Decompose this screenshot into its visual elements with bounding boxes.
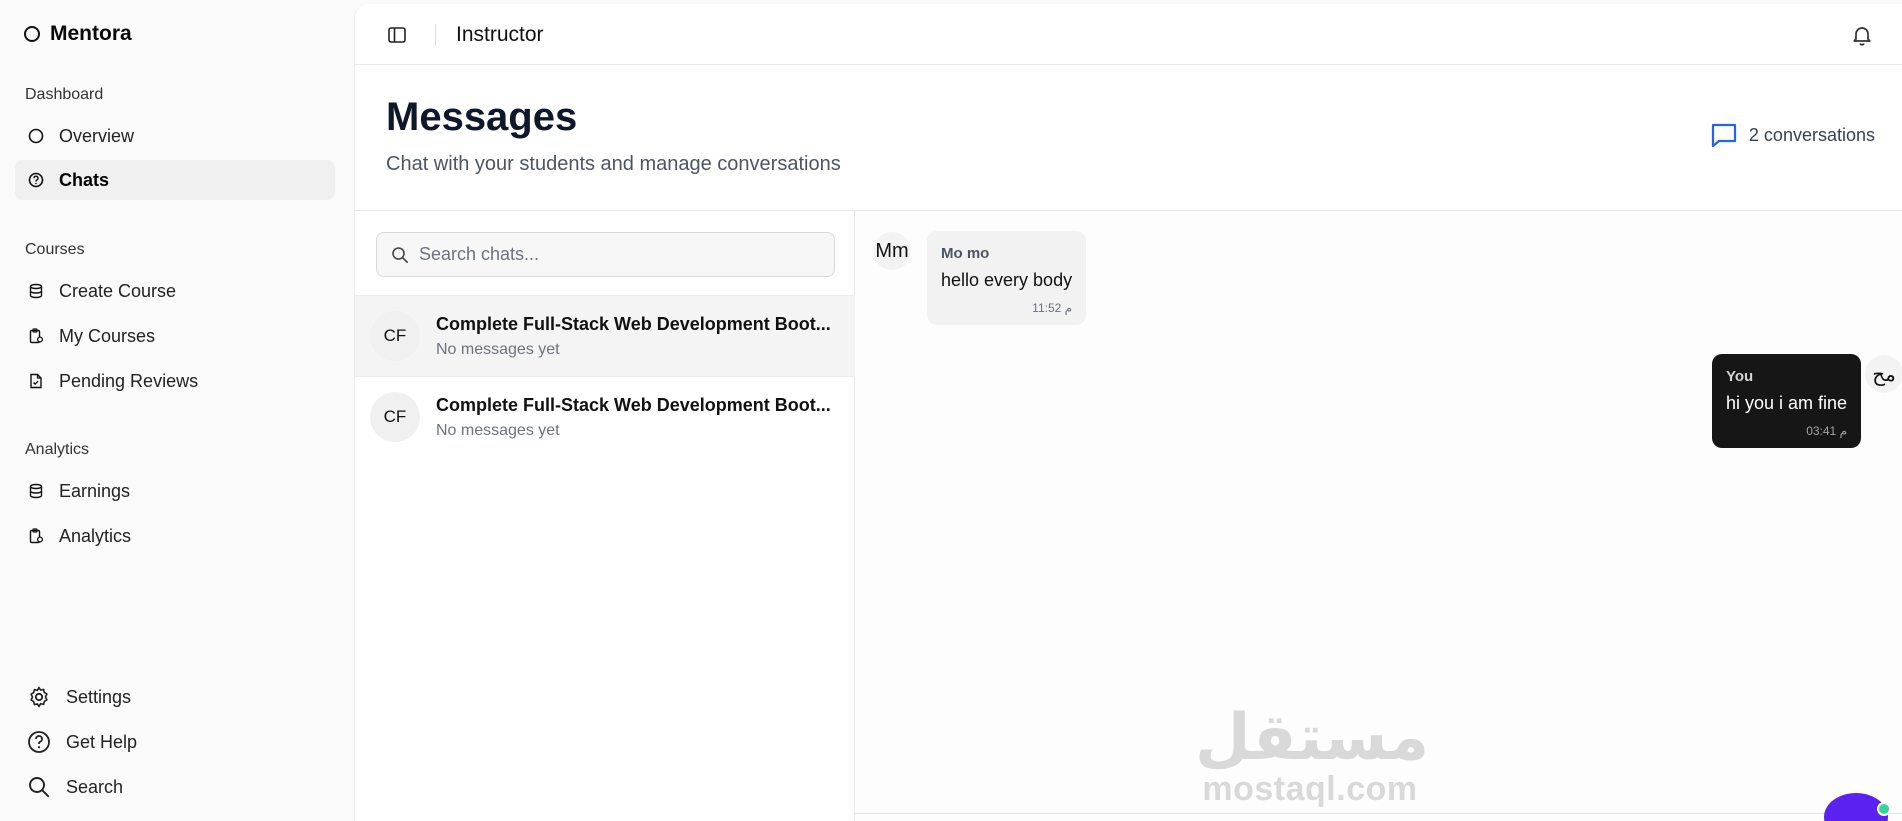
chat-last-message: No messages yet xyxy=(436,340,560,358)
sidebar-item-analytics[interactable]: Analytics xyxy=(15,516,335,556)
sidebar-item-label: Chats xyxy=(59,169,110,190)
sidebar-item-pending-reviews[interactable]: Pending Reviews xyxy=(15,361,335,401)
avatar: CF xyxy=(370,392,420,442)
chat-list-item[interactable]: CF Complete Full-Stack Web Development B… xyxy=(355,295,855,376)
message-time: 11:52 م xyxy=(1032,301,1073,315)
conversation-count: 2 conversations xyxy=(1709,120,1875,150)
chat-list-item[interactable]: CF Complete Full-Stack Web Development B… xyxy=(355,376,855,457)
avatar: Mm xyxy=(873,232,911,270)
message-text: hi you i am fine xyxy=(1725,393,1847,413)
topbar: Instructor xyxy=(355,4,1902,65)
sidebar-item-overview[interactable]: Overview xyxy=(15,116,335,156)
watermark: مستقل mostaql.com xyxy=(1195,701,1430,809)
help-circle-icon xyxy=(26,729,52,755)
divider xyxy=(435,24,436,46)
sidebar-item-label: My Courses xyxy=(59,325,156,346)
message-sender: You xyxy=(1725,368,1754,385)
gear-icon xyxy=(26,684,52,710)
avatar: مح xyxy=(1865,355,1902,393)
brand[interactable]: Mentora xyxy=(24,22,132,46)
page-context: Instructor xyxy=(456,23,544,46)
message-square-icon xyxy=(1711,123,1737,148)
database-icon xyxy=(27,282,45,300)
logo-icon xyxy=(24,26,40,42)
sidebar-toggle-button[interactable] xyxy=(385,23,409,47)
conversation-count-label: 2 conversations xyxy=(1748,124,1875,145)
settings-label: Settings xyxy=(66,686,132,707)
message-time: 03:41 م xyxy=(1806,424,1847,438)
page-header: Messages Chat with your students and man… xyxy=(355,65,1902,211)
main-panel: Instructor Messages Chat with your stude… xyxy=(354,4,1902,821)
search-field[interactable] xyxy=(376,232,835,277)
sidebar-item-label: Pending Reviews xyxy=(59,370,199,391)
chat-title: Complete Full-Stack Web Development Boot… xyxy=(436,394,831,415)
notifications-button[interactable] xyxy=(1848,21,1876,49)
search-link[interactable]: Search xyxy=(26,774,123,800)
search-label: Search xyxy=(66,776,124,797)
chat-list: CF Complete Full-Stack Web Development B… xyxy=(355,211,855,821)
get-help-link[interactable]: Get Help xyxy=(26,729,137,755)
clipboard-icon xyxy=(27,527,45,545)
sidebar-item-my-courses[interactable]: My Courses xyxy=(15,316,335,356)
sidebar-item-create-course[interactable]: Create Course xyxy=(15,271,335,311)
chat-title: Complete Full-Stack Web Development Boot… xyxy=(436,313,831,334)
circle-icon xyxy=(27,127,45,145)
sidebar-item-earnings[interactable]: Earnings xyxy=(15,471,335,511)
bell-icon xyxy=(1853,27,1871,46)
sidebar-item-label: Analytics xyxy=(59,525,132,546)
chat-last-message: No messages yet xyxy=(436,421,560,439)
watermark-latin: mostaql.com xyxy=(1202,770,1418,808)
page-title: Messages xyxy=(386,95,578,139)
help-circle-icon xyxy=(27,171,45,189)
sidebar-item-label: Create Course xyxy=(59,280,177,301)
message-bubble-outgoing: You hi you i am fine 03:41 م xyxy=(1711,354,1861,448)
file-icon xyxy=(27,372,45,390)
panel-left-icon xyxy=(388,27,406,43)
sidebar-item-label: Earnings xyxy=(59,480,131,501)
clipboard-icon xyxy=(27,327,45,345)
sidebar-item-chats[interactable]: Chats xyxy=(15,160,335,200)
group-label-analytics: Analytics xyxy=(25,441,90,458)
settings-link[interactable]: Settings xyxy=(26,684,131,710)
search-icon xyxy=(26,774,52,800)
search-icon xyxy=(392,246,409,263)
conversation-pane: Mm Mo mo hello every body 11:52 م You hi… xyxy=(855,211,1902,821)
get-help-label: Get Help xyxy=(66,731,138,752)
sidebar-item-label: Overview xyxy=(59,125,135,146)
database-icon xyxy=(27,482,45,500)
composer-edge xyxy=(855,813,1902,821)
sidebar: Mentora Dashboard Overview Chats Courses… xyxy=(0,0,354,821)
watermark-arabic: مستقل xyxy=(1195,701,1430,775)
search-chats-input[interactable] xyxy=(419,244,819,265)
group-label-dashboard: Dashboard xyxy=(25,86,104,103)
app-name: Mentora xyxy=(50,22,132,45)
avatar: CF xyxy=(370,311,420,361)
page-subtitle: Chat with your students and manage conve… xyxy=(386,153,841,175)
message-text: hello every body xyxy=(941,270,1073,290)
message-bubble-incoming: Mo mo hello every body 11:52 م xyxy=(927,231,1087,325)
group-label-courses: Courses xyxy=(25,241,85,258)
online-status-dot xyxy=(1877,802,1891,816)
message-sender: Mo mo xyxy=(941,245,990,262)
